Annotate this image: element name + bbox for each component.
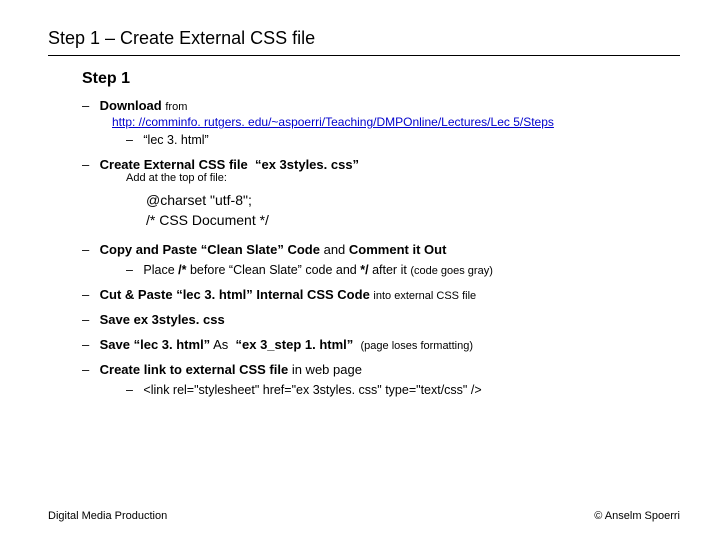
savehtml-c: “ex 3_step 1. html”: [236, 337, 354, 352]
sub-lec3: – “lec 3. html”: [126, 133, 680, 147]
savehtml-a: Save “lec 3. html”: [100, 337, 211, 352]
slide-title: Step 1 – Create External CSS file: [48, 28, 680, 49]
save-css: Save ex 3styles. css: [100, 312, 225, 327]
download-url-link[interactable]: http: //comminfo. rutgers. edu/~aspoerri…: [112, 115, 554, 129]
bullet-save-css: – Save ex 3styles. css: [82, 312, 680, 327]
dash-icon: –: [126, 263, 140, 277]
dash-icon: –: [82, 362, 96, 377]
link-tag-code: <link rel="stylesheet" href="ex 3styles.…: [143, 383, 481, 397]
bullet-create-css: – Create External CSS file “ex 3styles. …: [82, 157, 680, 228]
subtitle: Step 1: [82, 70, 680, 88]
clean-c: Comment it Out: [349, 242, 447, 257]
cut-a: Cut & Paste “lec 3. html” Internal CSS C…: [100, 287, 370, 302]
dash-icon: –: [82, 287, 96, 302]
dash-icon: –: [82, 242, 96, 257]
savehtml-b: As: [213, 337, 228, 352]
bullet-save-html: – Save “lec 3. html” As “ex 3_step 1. ht…: [82, 337, 680, 352]
createlink-b: in web page: [292, 362, 362, 377]
createlink-a: Create link to external CSS file: [100, 362, 289, 377]
place-b: /*: [178, 263, 186, 277]
place-a: Place: [143, 263, 174, 277]
dash-icon: –: [126, 133, 140, 147]
dash-icon: –: [126, 383, 140, 397]
clean-a: Copy and Paste “Clean Slate” Code: [100, 242, 320, 257]
download-label: Download: [100, 98, 162, 113]
sub-linktag: – <link rel="stylesheet" href="ex 3style…: [126, 383, 680, 397]
cut-b: into external CSS file: [373, 290, 476, 302]
dash-icon: –: [82, 312, 96, 327]
clean-b: and: [324, 242, 346, 257]
code-cssdoc: /* CSS Document */: [146, 212, 680, 228]
bullet-cut-paste: – Cut & Paste “lec 3. html” Internal CSS…: [82, 287, 680, 302]
download-suffix: from: [165, 101, 187, 113]
bullet-list: – Download from http: //comminfo. rutger…: [82, 98, 680, 397]
code-charset: @charset "utf-8";: [146, 192, 680, 208]
add-top-text: Add at the top of file:: [126, 172, 680, 184]
dash-icon: –: [82, 98, 96, 113]
bullet-create-link: – Create link to external CSS file in we…: [82, 362, 680, 397]
footer-left: Digital Media Production: [48, 510, 167, 522]
footer: Digital Media Production © Anselm Spoerr…: [48, 510, 680, 522]
place-f: (code goes gray): [410, 265, 493, 277]
dash-icon: –: [82, 157, 96, 172]
lec3-text: “lec 3. html”: [143, 133, 208, 147]
divider: [48, 55, 680, 56]
place-c: before “Clean Slate” code and: [190, 263, 357, 277]
create-css-label: Create External CSS file: [100, 157, 248, 172]
savehtml-d: (page loses formatting): [361, 340, 474, 352]
create-css-arg: “ex 3styles. css”: [255, 157, 359, 172]
place-d: */: [360, 263, 368, 277]
dash-icon: –: [82, 337, 96, 352]
place-e: after it: [372, 263, 407, 277]
footer-right: © Anselm Spoerri: [594, 510, 680, 522]
sub-place: – Place /* before “Clean Slate” code and…: [126, 263, 680, 277]
slide: Step 1 – Create External CSS file Step 1…: [0, 0, 720, 397]
bullet-clean-slate: – Copy and Paste “Clean Slate” Code and …: [82, 242, 680, 277]
bullet-download: – Download from http: //comminfo. rutger…: [82, 98, 680, 147]
